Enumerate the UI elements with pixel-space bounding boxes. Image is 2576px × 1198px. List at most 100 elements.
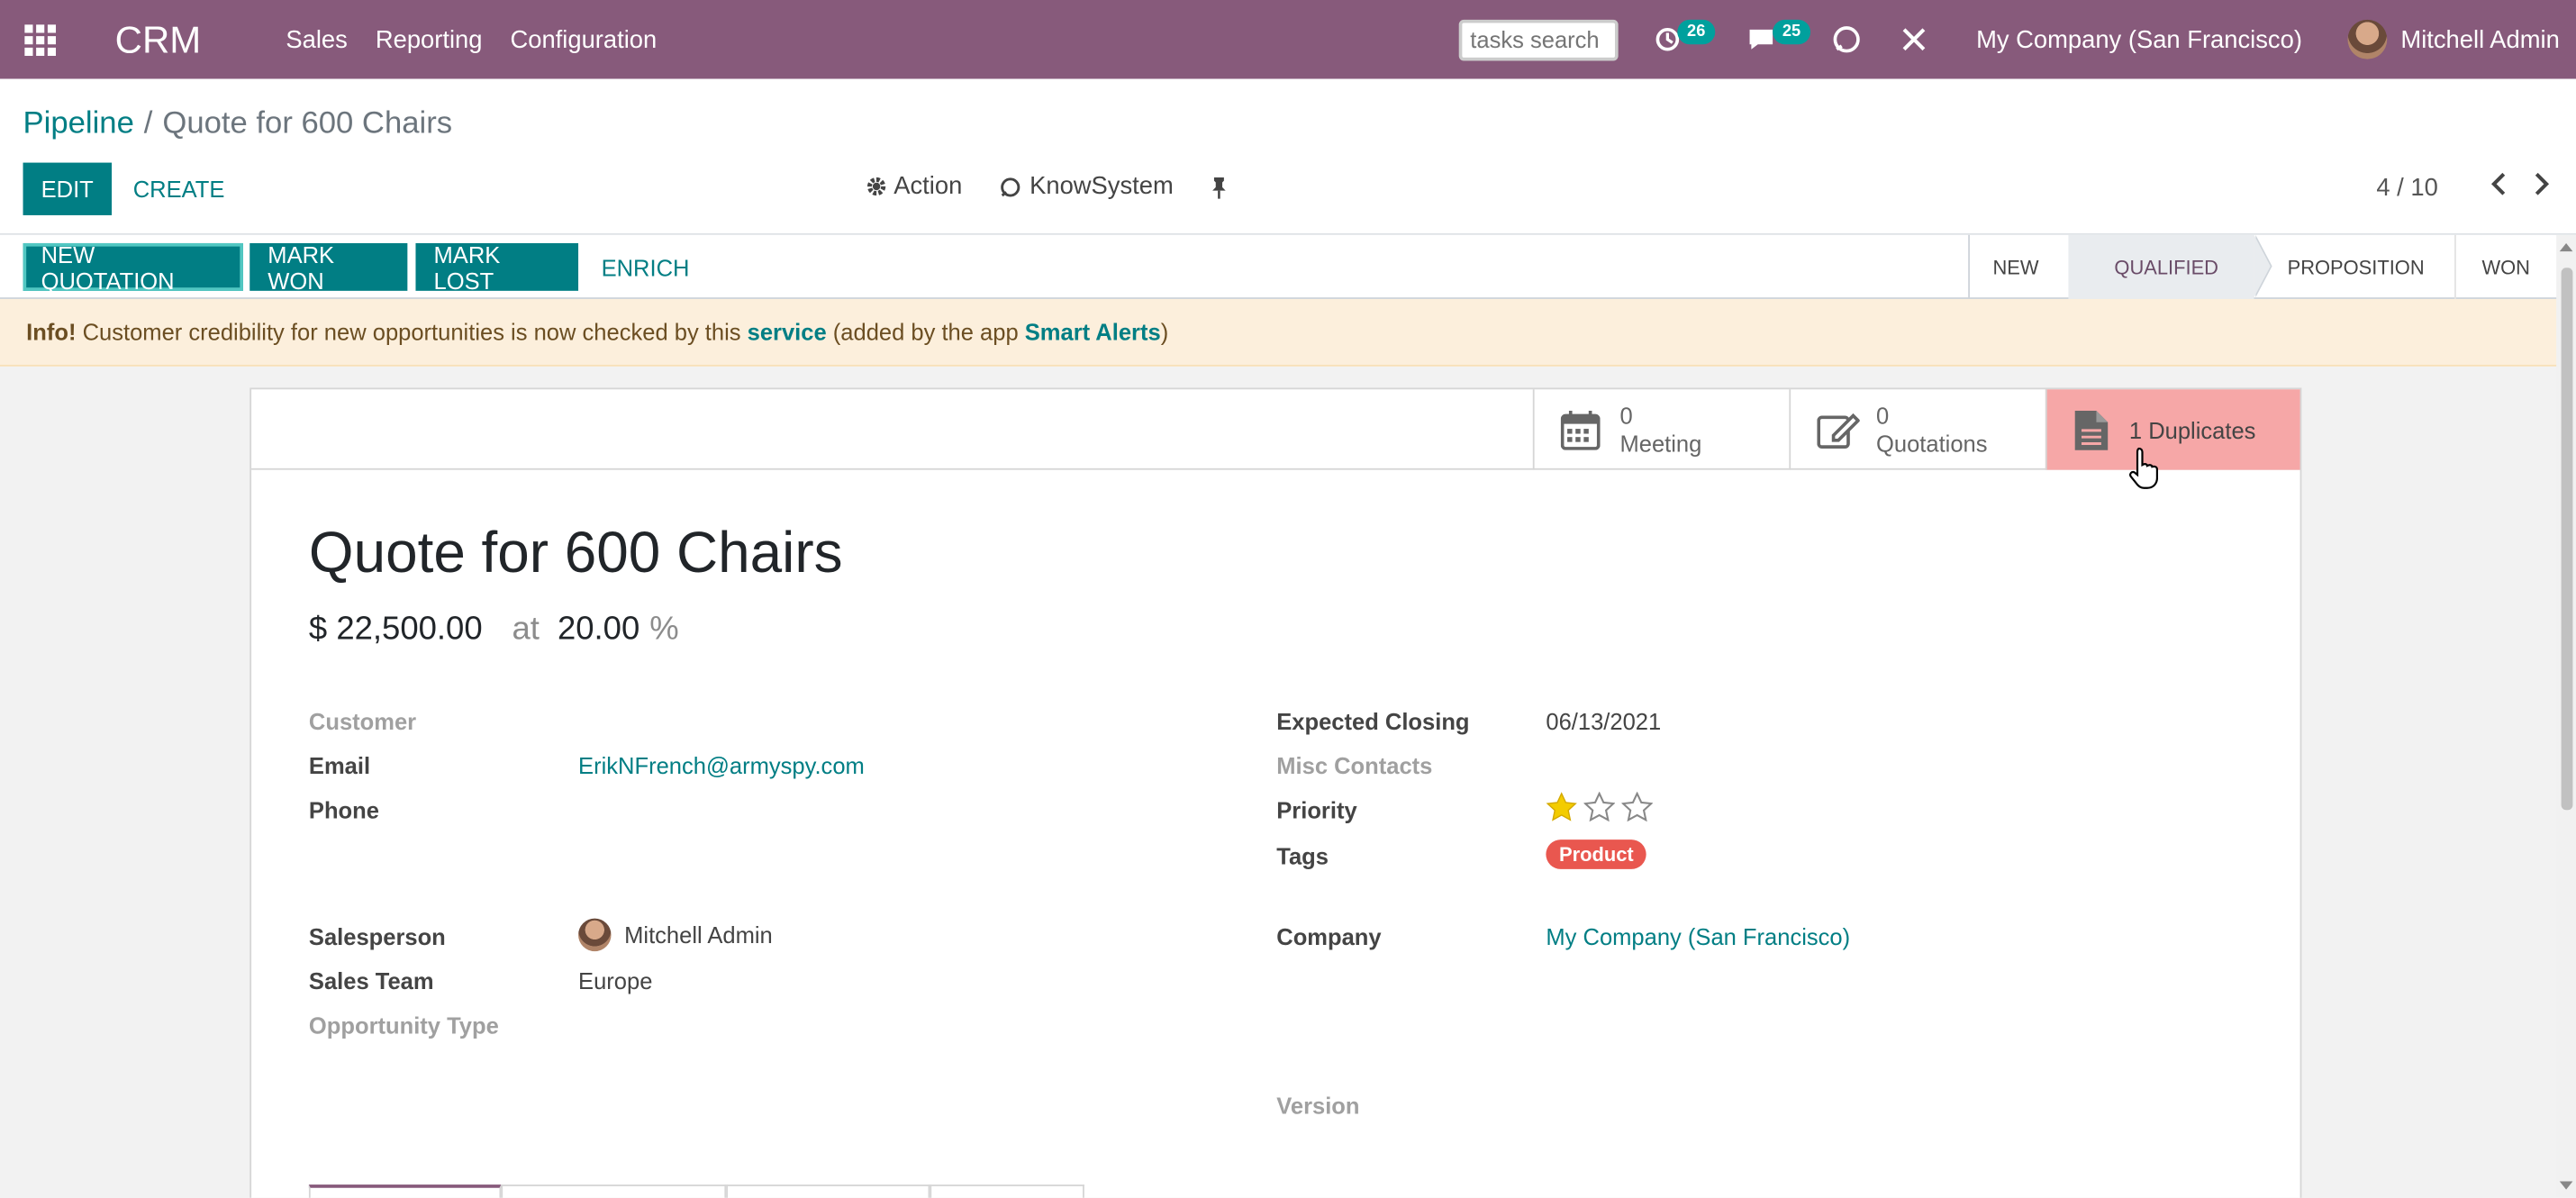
enrich-button[interactable]: Enrich [584, 243, 708, 291]
meeting-smart-button[interactable]: 0 Meeting [1532, 389, 1790, 470]
menu-reporting[interactable]: Reporting [376, 25, 483, 53]
app-brand[interactable]: CRM [115, 17, 263, 61]
tab-4[interactable] [930, 1184, 1084, 1198]
breadcrumb-current: Quote for 600 Chairs [162, 106, 453, 141]
email-label: Email [308, 752, 371, 779]
menu-sales[interactable]: Sales [286, 25, 347, 53]
duplicates-label: 1 Duplicates [2128, 416, 2256, 443]
quotations-smart-button[interactable]: 0 Quotations [1789, 389, 2045, 470]
salesperson-name: Mitchell Admin [624, 921, 773, 948]
message-count-badge: 25 [1772, 19, 1811, 45]
stage-won[interactable]: Won [2454, 234, 2549, 299]
sales-team-label: Sales Team [308, 967, 434, 994]
odoobot-button[interactable] [1832, 0, 1862, 79]
chat-icon [1749, 29, 1773, 50]
scroll-down-arrow[interactable] [2559, 1181, 2573, 1190]
alert-text-2: (added by the app [826, 318, 1025, 346]
breadcrumb-separator: / [143, 106, 153, 141]
user-menu[interactable]: Mitchell Admin [2348, 19, 2560, 59]
mark-won-button[interactable]: Mark Won [249, 241, 408, 294]
smart-button-box: 0 Meeting 0 Quotations 1 Duplicates [251, 389, 2300, 470]
breadcrumb-pipeline-link[interactable]: Pipeline [23, 107, 134, 141]
knowsystem-icon [1000, 177, 1020, 196]
star-empty-icon[interactable] [1621, 792, 1653, 821]
version-label: Version [1276, 1092, 1360, 1120]
company-value[interactable]: My Company (San Francisco) [1546, 923, 1850, 949]
tasks-search-input[interactable] [1458, 18, 1619, 60]
tag-badge[interactable]: Product [1546, 840, 1647, 869]
pin-icon [1212, 177, 1227, 198]
alert-service-link[interactable]: service [748, 319, 827, 345]
action-dropdown[interactable]: Action [866, 173, 962, 201]
top-navbar: CRM Sales Reporting Configuration 26 25 … [0, 0, 2576, 79]
expected-revenue[interactable]: $ 22,500.00 [309, 612, 483, 649]
pager-nav [2490, 172, 2550, 196]
form-sheet: 0 Meeting 0 Quotations 1 Duplicates Quote … [249, 387, 2302, 1198]
tab-3[interactable] [726, 1184, 930, 1198]
edit-document-icon [1817, 412, 1860, 449]
alert-smart-alerts-link[interactable]: Smart Alerts [1025, 319, 1161, 345]
knowsystem-button[interactable]: KnowSystem [998, 173, 1174, 201]
tags-label: Tags [1276, 842, 1329, 869]
app-root: CRM Sales Reporting Configuration 26 25 … [0, 0, 2576, 1198]
alert-prefix: Info! [26, 318, 77, 346]
info-alert: Info! Customer credibility for new oppor… [0, 298, 2576, 367]
debug-tools-icon [1902, 28, 1926, 51]
stage-proposition[interactable]: Proposition [2254, 235, 2454, 299]
salesperson-avatar [578, 918, 612, 952]
alert-text: Customer credibility for new opportuniti… [76, 318, 748, 346]
tab-2[interactable] [501, 1184, 727, 1198]
pin-button[interactable] [1210, 175, 1229, 198]
scroll-thumb[interactable] [2561, 268, 2573, 811]
main-menu: Sales Reporting Configuration [286, 25, 685, 53]
chevron-right-icon[interactable] [2534, 172, 2550, 196]
debug-button[interactable] [1900, 0, 1927, 79]
meeting-label: Meeting [1619, 429, 1702, 457]
star-empty-icon[interactable] [1583, 792, 1615, 821]
company-label: Company [1276, 923, 1382, 950]
action-label: Action [893, 172, 963, 201]
statusbar: New Quotation Mark Won Mark Lost Enrich … [0, 234, 2576, 299]
probability[interactable]: 20.00 [558, 612, 639, 649]
stage-qualified[interactable]: Qualified [2068, 234, 2273, 299]
expected-closing-value[interactable]: 06/13/2021 [1546, 708, 1661, 734]
pager-value[interactable]: 4 / 10 [2376, 174, 2437, 202]
email-value[interactable]: ErikNFrench@armyspy.com [578, 752, 865, 778]
expected-closing-label: Expected Closing [1276, 708, 1470, 735]
percent-sign: % [649, 611, 679, 648]
scroll-up-arrow[interactable] [2559, 242, 2573, 252]
mark-lost-button[interactable]: Mark Lost [415, 241, 579, 294]
new-quotation-button[interactable]: New Quotation [23, 241, 243, 294]
duplicates-smart-button[interactable]: 1 Duplicates [2045, 389, 2300, 470]
edit-button[interactable]: Edit [23, 162, 112, 215]
action-bar: Action KnowSystem [866, 173, 1265, 201]
priority-label: Priority [1276, 796, 1357, 823]
apps-grid-icon[interactable] [0, 0, 79, 79]
navbar-right: 26 25 My Company (San Francisco) Mitchel… [1458, 0, 2576, 79]
company-switcher[interactable]: My Company (San Francisco) [1976, 25, 2302, 53]
notebook-tabs [308, 1184, 1084, 1198]
at-label: at [512, 611, 540, 648]
phone-label: Phone [308, 796, 379, 823]
sales-team-value[interactable]: Europe [578, 967, 652, 994]
stage-new[interactable]: New [1970, 235, 2068, 299]
salesperson-value[interactable]: Mitchell Admin [578, 918, 773, 952]
opportunity-type-label: Opportunity Type [308, 1012, 499, 1039]
control-panel: Pipeline / Quote for 600 Chairs Edit Creat… [0, 78, 2576, 235]
create-button[interactable]: Create [115, 163, 243, 215]
gear-icon [866, 177, 886, 196]
activity-button[interactable]: 26 [1655, 0, 1716, 79]
menu-configuration[interactable]: Configuration [510, 25, 657, 53]
user-avatar [2348, 19, 2388, 59]
star-filled-icon[interactable] [1546, 792, 1577, 821]
misc-contacts-label: Misc Contacts [1276, 752, 1433, 779]
tags-value[interactable]: Product [1546, 840, 1647, 869]
messages-button[interactable]: 25 [1746, 0, 1811, 79]
page-scrollbar[interactable] [2556, 234, 2576, 1198]
calendar-icon [1560, 410, 1601, 449]
stage-pipeline: New Qualified Proposition Won [1968, 234, 2550, 299]
salesperson-label: Salesperson [308, 923, 446, 950]
opportunity-name[interactable]: Quote for 600 Chairs [309, 521, 843, 586]
tab-1[interactable] [308, 1184, 502, 1198]
chevron-left-icon[interactable] [2490, 172, 2507, 196]
